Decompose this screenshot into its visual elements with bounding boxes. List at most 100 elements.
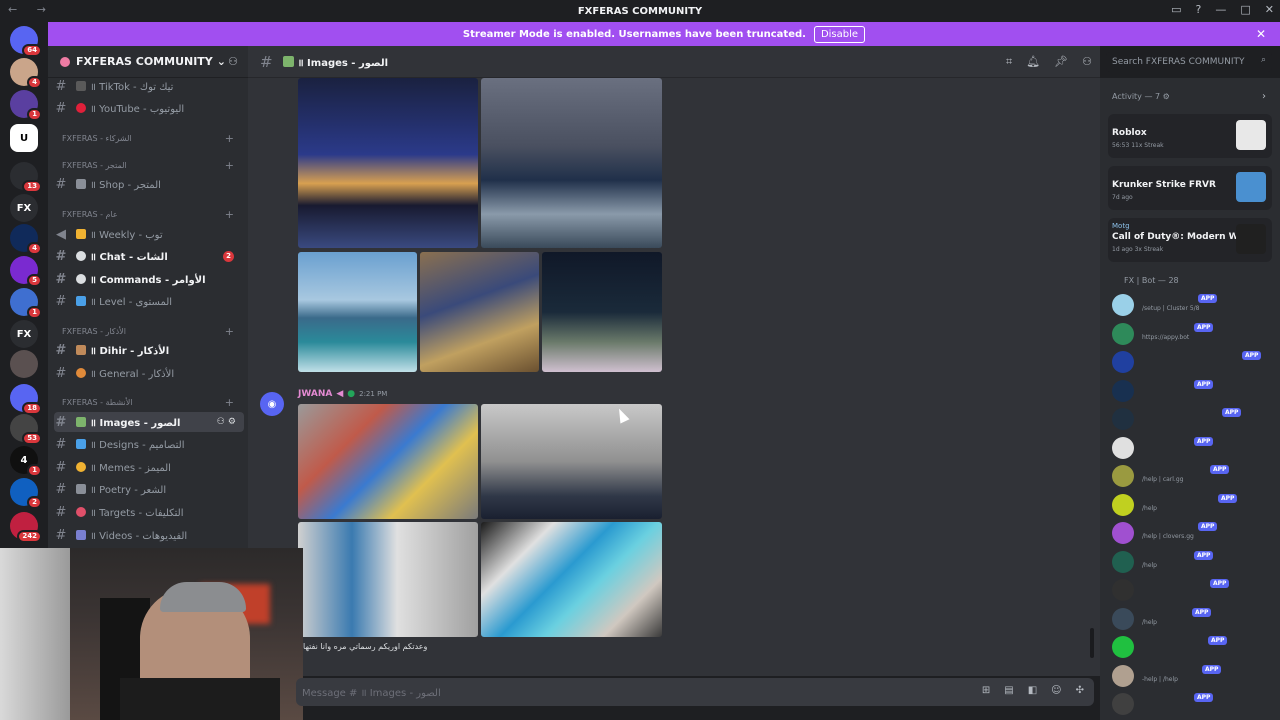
- server-icon[interactable]: 1: [10, 288, 42, 319]
- sticker-icon[interactable]: ◧: [1028, 685, 1037, 696]
- inbox-icon[interactable]: ▭: [1171, 3, 1181, 16]
- server-icon[interactable]: 2: [10, 478, 42, 509]
- add-channel-icon[interactable]: +: [225, 159, 234, 172]
- channel-videos[interactable]: # ॥ Videos - الفيديوهات: [54, 525, 244, 545]
- channel-emoji-icon: [76, 179, 86, 189]
- gear-icon[interactable]: ⚙: [1163, 92, 1170, 101]
- member-item[interactable]: APP/setup | Cluster 5/8: [1112, 292, 1272, 320]
- member-item[interactable]: APP: [1112, 378, 1272, 406]
- server-icon[interactable]: 41: [10, 446, 42, 477]
- activity-card[interactable]: Motg Call of Duty®: Modern Warf... 1d ago …: [1108, 218, 1272, 262]
- server-icon[interactable]: 13: [10, 162, 42, 193]
- channel-poetry[interactable]: # ॥ Poetry - الشعر: [54, 479, 244, 499]
- channel-general[interactable]: # ॥ General - الأذكار: [54, 363, 244, 383]
- attachment-image[interactable]: [298, 522, 478, 637]
- member-item[interactable]: APP: [1112, 634, 1272, 662]
- attachment-image[interactable]: [298, 78, 478, 248]
- member-item[interactable]: APP/help | carl.gg: [1112, 463, 1272, 491]
- threads-icon[interactable]: ⌗: [1006, 55, 1012, 69]
- help-icon[interactable]: ?: [1196, 3, 1202, 16]
- chevron-right-icon[interactable]: ›: [1262, 91, 1266, 102]
- channel-tiktok[interactable]: # ॥ TikTok - تيك توك: [54, 76, 244, 96]
- member-item[interactable]: APP -help | /help: [1112, 663, 1272, 691]
- member-item[interactable]: APP/help: [1112, 606, 1272, 634]
- member-item[interactable]: APP/help: [1112, 492, 1272, 520]
- channel-memes[interactable]: # ॥ Memes - الميمز: [54, 457, 244, 477]
- category-general[interactable]: FXFERAS - عام +: [62, 208, 238, 221]
- server-icon[interactable]: 1: [10, 90, 42, 121]
- emoji-icon[interactable]: ☺: [1051, 685, 1061, 696]
- server-name: FXFERAS COMMUNITY: [76, 55, 213, 68]
- attachment-image[interactable]: [481, 78, 662, 248]
- apps-icon[interactable]: ✣: [1076, 685, 1084, 696]
- attachment-image[interactable]: [542, 252, 662, 372]
- server-icon[interactable]: U: [10, 124, 38, 152]
- search-input[interactable]: Search FXFERAS COMMUNITY ⌕: [1106, 52, 1272, 72]
- channel-weekly[interactable]: ◀ ॥ Weekly - توب: [54, 224, 244, 244]
- attachment-image[interactable]: [481, 522, 662, 637]
- message-author[interactable]: JWANA: [298, 389, 332, 399]
- close-window-button[interactable]: ✕: [1265, 3, 1274, 16]
- server-icon[interactable]: 5: [10, 256, 42, 287]
- channel-targets[interactable]: # ॥ Targets - التكليفات: [54, 502, 244, 522]
- attachment-image[interactable]: [298, 252, 417, 372]
- streamer-shirt: [120, 678, 280, 720]
- channel-level[interactable]: # ॥ Level - المستوى: [54, 291, 244, 311]
- member-item[interactable]: APP: [1112, 435, 1272, 463]
- invite-icon[interactable]: ⚇: [228, 55, 238, 68]
- server-icon[interactable]: 4: [10, 224, 42, 255]
- member-item[interactable]: APP: [1112, 406, 1272, 434]
- server-icon[interactable]: FX: [10, 194, 38, 222]
- channel-youtube[interactable]: # ॥ YouTube - اليوتيوب: [54, 98, 244, 118]
- member-list-icon[interactable]: ⚇: [1082, 55, 1092, 69]
- attachment-image[interactable]: [420, 252, 539, 372]
- attachment-image[interactable]: [481, 404, 662, 519]
- add-channel-icon[interactable]: +: [225, 132, 234, 145]
- close-icon[interactable]: ✕: [1256, 27, 1266, 41]
- channel-commands[interactable]: # ॥ Commands - الأوامر: [54, 269, 244, 289]
- attachment-image[interactable]: [298, 404, 478, 519]
- channel-settings-icon[interactable]: ⚇ ⚙: [217, 417, 236, 427]
- channel-shop[interactable]: # ॥ Shop - المتجر: [54, 174, 244, 194]
- avatar[interactable]: ◉: [260, 392, 284, 416]
- category-activities[interactable]: FXFERAS - الأنشطة +: [62, 396, 238, 409]
- pin-icon[interactable]: 📌︎: [1054, 55, 1068, 69]
- member-item[interactable]: APP/help: [1112, 549, 1272, 577]
- member-item[interactable]: APP https://appy.bot: [1112, 321, 1272, 349]
- gif-icon[interactable]: ▤: [1004, 685, 1013, 696]
- app-badge: APP: [1194, 379, 1214, 389]
- channel-images[interactable]: # ॥ Images - الصور ⚇ ⚙: [54, 412, 244, 432]
- maximize-button[interactable]: □: [1240, 3, 1250, 16]
- server-header[interactable]: FXFERAS COMMUNITY ⌄ ⚇: [48, 46, 248, 78]
- hash-icon: #: [55, 176, 67, 192]
- add-channel-icon[interactable]: +: [225, 208, 234, 221]
- server-icon[interactable]: [10, 350, 38, 378]
- scrollbar[interactable]: [1090, 628, 1094, 658]
- server-icon[interactable]: 53: [10, 414, 42, 445]
- activity-meta: 1d ago 3x Streak: [1112, 246, 1164, 253]
- channel-chat[interactable]: # ॥ Chat - الشات 2: [54, 246, 244, 266]
- category-adhkar[interactable]: FXFERAS - الأذكار +: [62, 325, 238, 338]
- category-store[interactable]: FXFERAS - المتجر +: [62, 159, 238, 172]
- member-item[interactable]: APP: [1112, 349, 1272, 377]
- activity-card[interactable]: Krunker Strike FRVR 7d ago: [1108, 166, 1272, 210]
- server-icon[interactable]: 4: [10, 58, 42, 89]
- server-icon[interactable]: 18: [10, 384, 42, 415]
- member-item[interactable]: APP: [1112, 691, 1272, 719]
- server-icon[interactable]: FX: [10, 320, 38, 348]
- member-item[interactable]: APP/help | clovers.gg: [1112, 520, 1272, 548]
- disable-button[interactable]: Disable: [813, 25, 866, 43]
- message-input[interactable]: Message # ॥ Images - الصور ⊞ ▤ ◧ ☺ ✣: [296, 678, 1094, 706]
- channel-dihir[interactable]: # ॥ Dihir - الأذكار: [54, 340, 244, 360]
- add-channel-icon[interactable]: +: [225, 396, 234, 409]
- member-item[interactable]: APP: [1112, 577, 1272, 605]
- channel-designs[interactable]: # ॥ Designs - التصاميم: [54, 434, 244, 454]
- minimize-button[interactable]: —: [1215, 3, 1226, 16]
- server-icon[interactable]: 64: [10, 26, 42, 57]
- activity-card[interactable]: Roblox 56:53 11x Streak: [1108, 114, 1272, 158]
- gift-icon[interactable]: ⊞: [982, 685, 990, 696]
- server-icon[interactable]: 242: [10, 512, 42, 543]
- category-partners[interactable]: FXFERAS - الشركاء +: [62, 132, 238, 145]
- add-channel-icon[interactable]: +: [225, 325, 234, 338]
- bell-icon[interactable]: 🔔︎: [1026, 55, 1040, 69]
